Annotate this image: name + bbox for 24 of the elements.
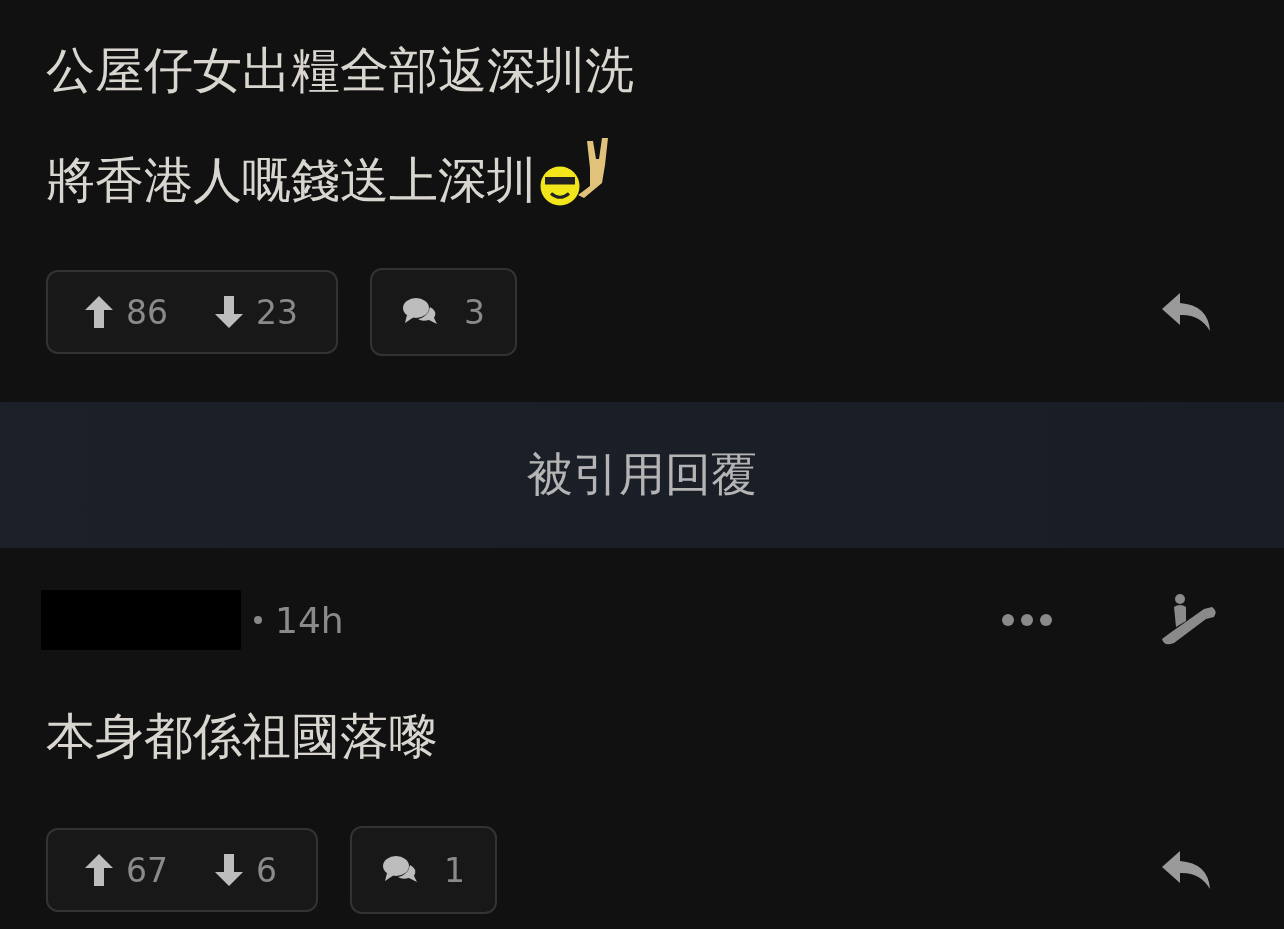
upvote-button[interactable]: 67 (84, 850, 168, 890)
post-text: 將香港人嘅錢送上深圳 (46, 151, 536, 211)
reply-button[interactable] (1160, 291, 1212, 333)
quoted-replies-banner[interactable]: 被引用回覆 (0, 402, 1284, 548)
upvote-button[interactable]: 86 (84, 292, 168, 332)
reply-arrow-icon (1160, 849, 1212, 891)
post-text: 本身都係祖國落嚟 (46, 707, 438, 767)
chat-bubbles-icon (382, 855, 418, 885)
chat-bubbles-icon (402, 297, 438, 327)
down-arrow-icon (214, 295, 244, 329)
down-arrow-icon (214, 853, 244, 887)
more-button[interactable] (1000, 612, 1054, 628)
up-arrow-icon (84, 853, 114, 887)
separator-dot (253, 615, 263, 625)
comments-button[interactable]: 3 (370, 268, 517, 356)
reply-button[interactable] (1160, 849, 1212, 891)
post-time: 14h (275, 599, 344, 641)
post-text: 公屋仔女出糧全部返深圳洗 (46, 41, 634, 101)
more-dots-icon (1000, 612, 1054, 628)
downvote-button[interactable]: 23 (214, 292, 298, 332)
comments-button[interactable]: 1 (350, 826, 497, 914)
up-arrow-icon (84, 295, 114, 329)
reply-arrow-icon (1160, 291, 1212, 333)
downvote-button[interactable]: 6 (214, 850, 277, 890)
